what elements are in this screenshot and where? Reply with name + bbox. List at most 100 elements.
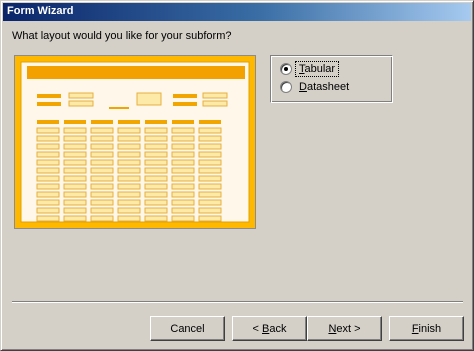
preview-row-field — [117, 159, 141, 166]
preview-row-field — [198, 159, 222, 166]
tabular-layout-illustration — [15, 56, 255, 228]
preview-row-field — [144, 135, 168, 142]
preview-row-field — [144, 215, 168, 222]
preview-row-field — [90, 183, 114, 190]
preview-row-field — [144, 127, 168, 134]
preview-row-field — [171, 199, 195, 206]
preview-row-field — [117, 199, 141, 206]
preview-row-field — [198, 175, 222, 182]
preview-row-field — [90, 175, 114, 182]
datasheet-radio[interactable] — [280, 81, 292, 93]
finish-button[interactable]: Finish — [389, 316, 464, 341]
preview-row-field — [36, 151, 60, 158]
preview-column-label — [172, 120, 194, 124]
next-button[interactable]: Next > — [307, 316, 382, 341]
preview-row-field — [90, 159, 114, 166]
preview-header-box — [136, 92, 162, 106]
preview-row-field — [90, 191, 114, 198]
preview-row-field — [63, 175, 87, 182]
preview-row-field — [198, 167, 222, 174]
next-label: Next > — [328, 323, 360, 335]
preview-row-field — [90, 199, 114, 206]
preview-row-field — [198, 207, 222, 214]
preview-row-field — [198, 127, 222, 134]
preview-row-field — [171, 167, 195, 174]
back-label: < Back — [253, 323, 287, 335]
layout-prompt: What layout would you like for your subf… — [12, 30, 232, 42]
preview-column-label — [37, 120, 59, 124]
preview-row-field — [144, 167, 168, 174]
preview-row-field — [90, 135, 114, 142]
cancel-button[interactable]: Cancel — [150, 316, 225, 341]
finish-rest: inish — [418, 322, 442, 335]
tabular-label-rest: abular — [304, 63, 336, 75]
preview-row-field — [63, 191, 87, 198]
preview-row-field — [117, 191, 141, 198]
tabular-label[interactable]: Tabular — [294, 61, 340, 77]
preview-column-label — [145, 120, 167, 124]
preview-row-field — [198, 183, 222, 190]
preview-header-label — [173, 94, 197, 98]
datasheet-label-rest: atasheet — [306, 81, 350, 93]
datasheet-label[interactable]: Datasheet — [296, 80, 352, 94]
preview-header-field — [202, 100, 228, 107]
preview-row-field — [117, 127, 141, 134]
preview-row-field — [144, 183, 168, 190]
preview-row-field — [144, 175, 168, 182]
preview-row-field — [117, 143, 141, 150]
preview-row-field — [63, 159, 87, 166]
preview-row-field — [63, 207, 87, 214]
preview-row-field — [63, 183, 87, 190]
preview-row-field — [171, 215, 195, 222]
finish-accel: F — [411, 322, 419, 335]
preview-row-field — [144, 191, 168, 198]
preview-row-field — [117, 135, 141, 142]
cancel-label: Cancel — [170, 322, 205, 335]
datasheet-accel: D — [299, 81, 307, 93]
preview-row-field — [117, 215, 141, 222]
preview-row-field — [117, 207, 141, 214]
preview-row-field — [63, 127, 87, 134]
datasheet-option[interactable]: Datasheet — [280, 79, 352, 95]
back-rest: ack — [269, 322, 287, 335]
preview-header-field — [68, 100, 94, 107]
preview-row-field — [171, 127, 195, 134]
preview-row-field — [144, 199, 168, 206]
next-rest: ext > — [336, 322, 361, 335]
tabular-radio[interactable] — [280, 63, 292, 75]
preview-row-field — [117, 175, 141, 182]
preview-row-field — [63, 215, 87, 222]
preview-column-label — [118, 120, 140, 124]
preview-row-field — [144, 151, 168, 158]
preview-row-field — [198, 135, 222, 142]
preview-row-field — [90, 151, 114, 158]
preview-row-field — [171, 151, 195, 158]
layout-preview — [14, 55, 256, 229]
preview-row-field — [171, 183, 195, 190]
preview-column-label — [64, 120, 86, 124]
preview-row-field — [90, 215, 114, 222]
preview-row-field — [36, 175, 60, 182]
form-wizard-dialog: Form Wizard What layout would you like f… — [0, 0, 474, 351]
tabular-option[interactable]: Tabular — [280, 61, 340, 77]
preview-row-field — [63, 199, 87, 206]
finish-label: Finish — [412, 323, 441, 335]
preview-header-label — [173, 102, 197, 106]
preview-row-field — [36, 191, 60, 198]
preview-row-field — [90, 207, 114, 214]
preview-row-field — [171, 135, 195, 142]
back-button[interactable]: < Back — [232, 316, 307, 341]
preview-row-field — [198, 191, 222, 198]
preview-row-field — [36, 215, 60, 222]
preview-header-label — [37, 94, 61, 98]
preview-row-field — [36, 167, 60, 174]
preview-row-field — [171, 175, 195, 182]
preview-column-label — [91, 120, 113, 124]
title-bar: Form Wizard — [3, 3, 471, 21]
preview-row-field — [90, 143, 114, 150]
preview-row-field — [198, 199, 222, 206]
preview-row-field — [36, 207, 60, 214]
preview-column-label — [199, 120, 221, 124]
preview-row-field — [198, 143, 222, 150]
preview-row-field — [90, 127, 114, 134]
